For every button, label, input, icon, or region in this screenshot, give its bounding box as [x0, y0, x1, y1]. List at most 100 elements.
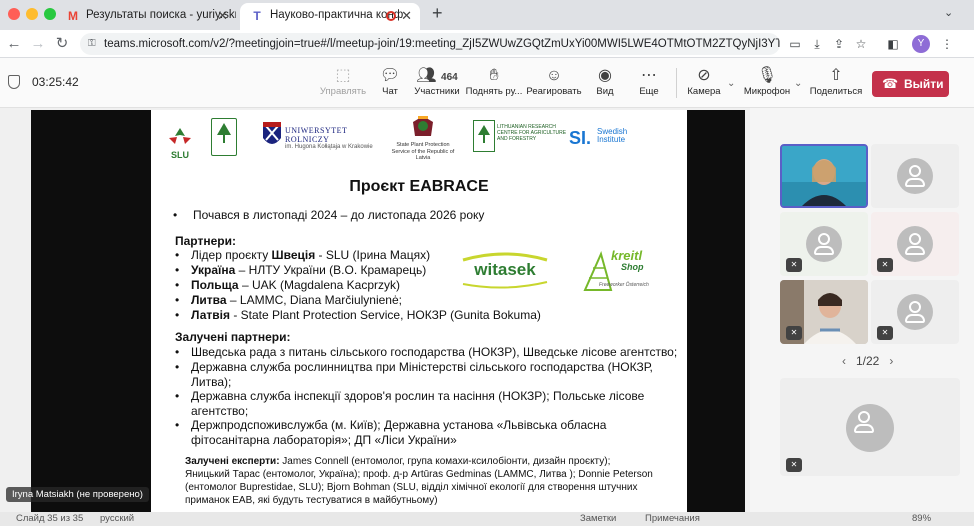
involved-line-3: • Державна служба інспекції здоров'я росл…	[175, 389, 645, 403]
control-button[interactable]: ⬚ Управлять	[318, 66, 368, 97]
participant-video	[782, 146, 866, 206]
gallery-pager: ‹ 1/22 ›	[842, 354, 894, 368]
rolniczy-crest-logo	[261, 120, 283, 154]
slu-leaf-icon	[169, 128, 191, 144]
share-button[interactable]: ⇧ Поделиться	[808, 66, 864, 97]
chat-button[interactable]: 💬︎ Чат	[372, 66, 408, 97]
kreitl-shop-logo: kreitl Shop Freeworker Österreich	[581, 248, 661, 298]
experts-line-2: Яницький Тарас (ентомолог, Україна); про…	[185, 469, 653, 480]
browser-menu-icon[interactable]: ⋮	[938, 35, 956, 53]
witasek-logo: witasek	[459, 250, 551, 290]
experts-line-1: Залучені експерти: James Connell (ентомо…	[185, 456, 611, 467]
more-button[interactable]: ⋯ Еще	[632, 66, 666, 97]
chat-icon: 💬︎	[379, 67, 401, 84]
microphone-button[interactable]: 🎙︎ Микрофон	[742, 66, 792, 97]
forward-button[interactable]: →	[28, 34, 48, 54]
browser-tab-strip: M Результаты поиска - yuriy.skr ✕ T Наук…	[0, 0, 974, 30]
close-window-button[interactable]	[8, 8, 20, 20]
bullet: •	[173, 208, 178, 222]
video-tile-participant[interactable]: ✕	[780, 212, 868, 276]
participants-gallery: ✕ ✕ ✕ ✕ ‹ 1/22 › ✕	[750, 108, 974, 512]
muted-mic-icon: ✕	[786, 458, 802, 472]
video-tile-participant[interactable]	[871, 144, 959, 208]
avatar	[897, 226, 933, 262]
lammc-logo	[473, 120, 495, 152]
sidebar-icon[interactable]: ◧	[884, 35, 902, 53]
swedish-institute-name: Swedish Institute	[597, 127, 628, 144]
control-icon: ⬚	[335, 67, 351, 84]
partner-line-1: • Лідер проєкту Швеція - SLU (Ірина Мацях…	[175, 248, 431, 262]
lammc-tree-icon	[478, 125, 490, 143]
tab-search-icon[interactable]: ⌄	[944, 6, 953, 19]
video-tile-participant[interactable]: ✕	[871, 212, 959, 276]
meeting-security-icon	[8, 75, 20, 89]
camera-options-chevron-icon[interactable]: ⌄	[727, 78, 735, 89]
involved-heading: Залучені партнери:	[175, 330, 291, 344]
site-info-icon[interactable]: ⚿	[88, 33, 96, 55]
new-tab-button[interactable]: +	[432, 3, 443, 24]
react-button[interactable]: ☺ Реагировать	[526, 66, 582, 97]
muted-mic-icon: ✕	[877, 258, 893, 272]
avatar	[897, 294, 933, 330]
project-started-line: • Почався в листопаді 2024 – до листопада…	[173, 208, 485, 222]
partner-logos: SLU UNIWERSYTET ROLNICZY im. Hugona Kołł…	[151, 114, 687, 170]
reload-button[interactable]: ↻	[52, 34, 72, 54]
involved-line-3-cont: агентство;	[191, 404, 249, 418]
raise-hand-button[interactable]: ✋︎ Поднять ру...	[464, 66, 524, 97]
toolbar-divider	[676, 68, 677, 98]
raise-hand-icon: ✋︎	[489, 67, 499, 84]
participants-icon: 👥︎ 464	[416, 67, 458, 84]
notes-button[interactable]: Заметки	[580, 513, 616, 524]
browser-tab-gmail[interactable]: M Результаты поиска - yuriy.skr ✕	[56, 3, 236, 30]
smile-icon: ☺	[545, 67, 563, 84]
profile-avatar[interactable]: Y	[912, 35, 930, 53]
view-icon: ◉	[598, 67, 612, 84]
install-app-icon[interactable]: ⤓	[808, 35, 826, 53]
browser-tab-teams[interactable]: T Науково-практична конф ✕	[240, 3, 420, 30]
crest-icon	[263, 122, 281, 144]
view-button[interactable]: ◉ Вид	[588, 66, 622, 97]
next-page-chevron-icon[interactable]: ›	[889, 354, 893, 368]
latvia-pps-logo: State Plant Protection Service of the Re…	[387, 114, 459, 162]
back-button[interactable]: ←	[4, 34, 24, 54]
gmail-icon: M	[68, 9, 78, 23]
video-tile-participant-video[interactable]: ✕	[780, 280, 868, 344]
partner-line-3: • Польща – UAK (Magdalena Kacprzyk)	[175, 278, 401, 292]
nltu-tree-icon	[217, 123, 231, 143]
maximize-window-button[interactable]	[44, 8, 56, 20]
meeting-toolbar: 03:25:42 ⬚ Управлять 💬︎ Чат 👥︎ 464 Участ…	[0, 58, 974, 108]
partner-line-5: • Латвія - State Plant Protection Service…	[175, 308, 541, 322]
recording-icon	[386, 11, 396, 21]
presentation-slide: SLU UNIWERSYTET ROLNICZY im. Hugona Kołł…	[151, 110, 687, 514]
latvia-emblem-icon	[413, 116, 433, 136]
previous-page-chevron-icon[interactable]: ‹	[842, 354, 846, 368]
comments-button[interactable]: Примечания	[645, 513, 700, 524]
mic-off-icon: 🎙︎	[756, 67, 778, 84]
share-screen-icon: ⇧	[829, 67, 843, 84]
involved-line-2-cont: Литва);	[191, 375, 232, 389]
camera-button[interactable]: ⊘ Камера	[684, 66, 724, 97]
slide-counter: Слайд 35 из 35	[16, 513, 84, 524]
muted-mic-icon: ✕	[877, 326, 893, 340]
camera-permission-icon[interactable]: ▭	[786, 35, 804, 53]
video-tile-active-speaker[interactable]	[780, 144, 868, 208]
slu-logo: SLU	[165, 126, 195, 160]
shared-screen-stage: SLU UNIWERSYTET ROLNICZY im. Hugona Kołł…	[0, 108, 750, 514]
close-tab-icon[interactable]: ✕	[217, 3, 228, 28]
involved-line-1: • Шведська рада з питань сільського госпо…	[175, 345, 678, 359]
camera-off-icon: ⊘	[697, 67, 711, 84]
url-field[interactable]: ⚿ teams.microsoft.com/v2/?meetingjoin=tr…	[80, 33, 780, 55]
close-tab-icon[interactable]: ✕	[401, 3, 412, 28]
muted-mic-icon: ✕	[786, 258, 802, 272]
bookmark-star-icon[interactable]: ☆	[852, 35, 870, 53]
self-view-tile[interactable]: ✕	[780, 378, 960, 476]
minimize-window-button[interactable]	[26, 8, 38, 20]
involved-line-2: • Державна служба рослинництва при Мініст…	[175, 360, 653, 374]
leave-button[interactable]: ☎ Выйти	[872, 71, 949, 97]
slide-title: Проєкт EABRACE	[349, 178, 489, 195]
video-tile-participant[interactable]: ✕	[871, 280, 959, 344]
partner-line-4: • Литва – LAMMC, Diana Marčiulynienė;	[175, 293, 402, 307]
participants-button[interactable]: 👥︎ 464 Участники	[412, 66, 462, 97]
share-page-icon[interactable]: ⇪	[830, 35, 848, 53]
mic-options-chevron-icon[interactable]: ⌄	[794, 78, 802, 89]
